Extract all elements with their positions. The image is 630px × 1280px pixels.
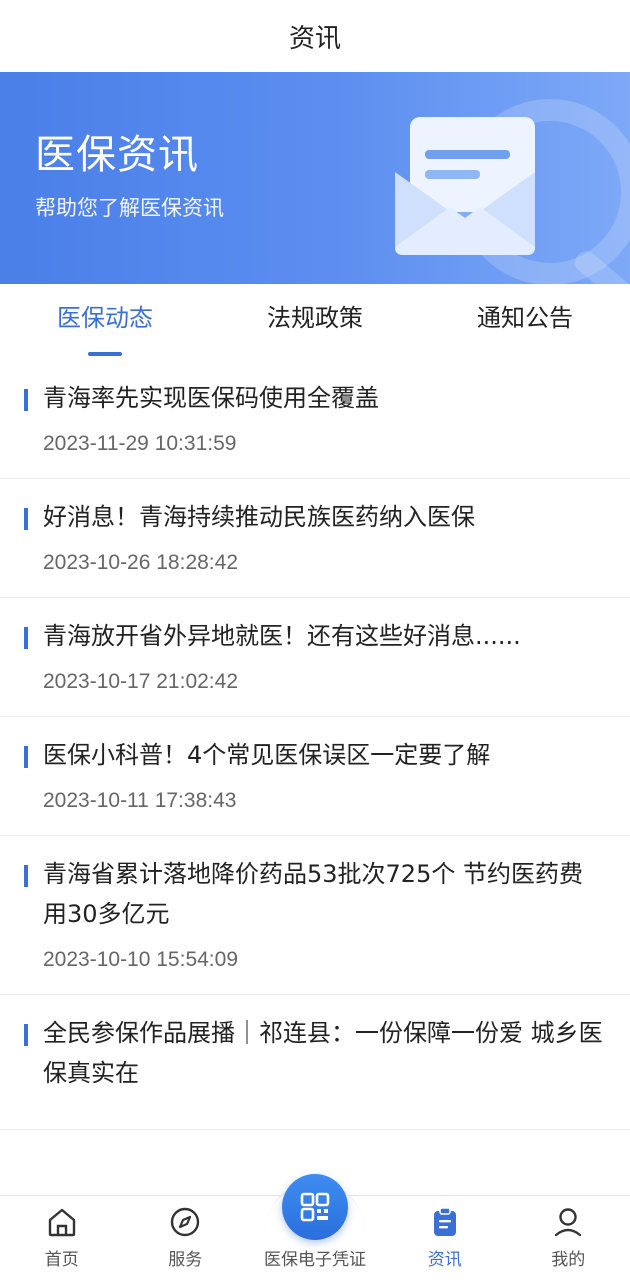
news-title-row: 青海放开省外异地就医！还有这些好消息...... <box>24 616 606 656</box>
news-accent-bar <box>24 1024 28 1046</box>
tab-label: 通知公告 <box>477 304 573 332</box>
nav-ecard[interactable]: 医保电子凭证 <box>247 1174 383 1280</box>
news-accent-bar <box>24 746 28 768</box>
category-tabs: 医保动态 法规政策 通知公告 <box>0 284 630 360</box>
news-title: 青海省累计落地降价药品53批次725个 节约医药费用30多亿元 <box>43 860 583 928</box>
news-accent-bar <box>24 389 28 411</box>
news-list: 青海率先实现医保码使用全覆盖 2023-11-29 10:31:59 好消息！青… <box>0 360 630 1130</box>
news-title: 青海放开省外异地就医！还有这些好消息...... <box>43 622 521 650</box>
nav-home[interactable]: 首页 <box>0 1205 124 1280</box>
page-title: 资讯 <box>288 23 341 54</box>
news-title-row: 青海省累计落地降价药品53批次725个 节约医药费用30多亿元 <box>24 854 606 934</box>
news-time: 2023-10-10 15:54:09 <box>43 948 238 971</box>
news-time: 2023-10-17 21:02:42 <box>43 670 238 693</box>
news-accent-bar <box>24 508 28 530</box>
banner-subtitle: 帮助您了解医保资讯 <box>35 196 224 220</box>
home-icon <box>48 1208 75 1237</box>
bottom-nav: 首页 服务 医保电子凭证 资讯 我的 <box>0 1174 630 1280</box>
nav-ecard-label: 医保电子凭证 <box>264 1250 366 1270</box>
news-accent-bar <box>24 865 28 887</box>
news-time: 2023-11-29 10:31:59 <box>43 432 237 455</box>
news-item[interactable]: 医保小科普！4个常见医保误区一定要了解 2023-10-11 17:38:43 <box>0 717 630 836</box>
news-accent-bar <box>24 627 28 649</box>
nav-mine-label: 我的 <box>551 1250 586 1270</box>
compass-icon <box>171 1207 200 1237</box>
news-title: 全民参保作品展播｜祁连县：一份保障一份爱 城乡医保真实在 <box>43 1019 603 1087</box>
nav-mine[interactable]: 我的 <box>506 1205 630 1280</box>
news-title-row: 青海率先实现医保码使用全覆盖 <box>24 378 606 418</box>
news-title-row: 医保小科普！4个常见医保误区一定要了解 <box>24 735 606 775</box>
active-tab-indicator <box>88 352 122 356</box>
tab-notices[interactable]: 通知公告 <box>420 284 630 360</box>
news-time: 2023-10-11 17:38:43 <box>43 789 237 812</box>
tab-label: 法规政策 <box>267 304 363 332</box>
user-icon <box>555 1208 582 1237</box>
news-time <box>43 1093 606 1129</box>
news-time: 2023-10-26 18:28:42 <box>43 551 238 574</box>
envelope-search-illustration <box>395 99 630 284</box>
clipboard-icon <box>433 1207 456 1236</box>
nav-service-label: 服务 <box>168 1250 203 1270</box>
nav-home-label: 首页 <box>44 1250 79 1270</box>
news-item[interactable]: 青海率先实现医保码使用全覆盖 2023-11-29 10:31:59 <box>0 360 630 479</box>
news-item[interactable]: 全民参保作品展播｜祁连县：一份保障一份爱 城乡医保真实在 <box>0 995 630 1130</box>
nav-news-label: 资讯 <box>427 1250 462 1270</box>
news-item[interactable]: 好消息！青海持续推动民族医药纳入医保 2023-10-26 18:28:42 <box>0 479 630 598</box>
tab-regulations-policies[interactable]: 法规政策 <box>210 284 420 360</box>
banner-title: 医保资讯 <box>35 132 199 178</box>
news-item[interactable]: 青海省累计落地降价药品53批次725个 节约医药费用30多亿元 2023-10-… <box>0 836 630 995</box>
ecard-button[interactable] <box>282 1174 348 1240</box>
tab-medical-insurance-news[interactable]: 医保动态 <box>0 284 210 360</box>
nav-service[interactable]: 服务 <box>124 1205 248 1280</box>
news-title-row: 好消息！青海持续推动民族医药纳入医保 <box>24 497 606 537</box>
tab-label: 医保动态 <box>57 304 153 332</box>
qr-code-icon <box>300 1192 330 1222</box>
news-title-row: 全民参保作品展播｜祁连县：一份保障一份爱 城乡医保真实在 <box>24 1013 606 1093</box>
news-page: 资讯 医保资讯 帮助您了解医保资讯 医保动态 法规政策 通知公告 青海率先实现医… <box>0 0 630 1280</box>
banner: 医保资讯 帮助您了解医保资讯 <box>0 72 630 284</box>
news-title: 好消息！青海持续推动民族医药纳入医保 <box>43 503 475 531</box>
top-bar: 资讯 <box>0 0 630 72</box>
news-title: 医保小科普！4个常见医保误区一定要了解 <box>43 741 491 769</box>
news-title: 青海率先实现医保码使用全覆盖 <box>43 384 379 412</box>
nav-news[interactable]: 资讯 <box>383 1205 507 1280</box>
news-item[interactable]: 青海放开省外异地就医！还有这些好消息...... 2023-10-17 21:0… <box>0 598 630 717</box>
